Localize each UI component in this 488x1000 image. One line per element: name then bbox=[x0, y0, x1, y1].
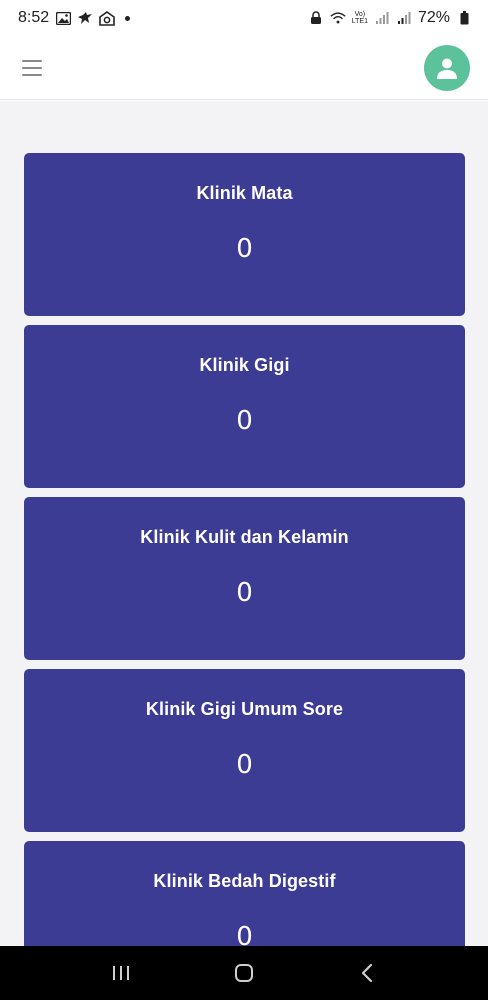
clinic-count: 0 bbox=[236, 750, 253, 780]
back-icon[interactable] bbox=[347, 953, 387, 993]
clinic-count: 0 bbox=[236, 922, 253, 946]
clinic-count: 0 bbox=[236, 578, 253, 608]
recent-apps-icon[interactable] bbox=[101, 953, 141, 993]
lock-icon bbox=[308, 10, 324, 26]
status-time: 8:52 bbox=[18, 9, 50, 26]
wifi-icon bbox=[330, 10, 346, 26]
status-left: 8:52 bbox=[18, 9, 131, 27]
clinic-card-kulit-kelamin[interactable]: Klinik Kulit dan Kelamin 0 bbox=[24, 497, 465, 660]
system-nav-bar bbox=[0, 946, 488, 1000]
status-right: Vo) LTE1 72% bbox=[308, 9, 472, 27]
signal-icon-2 bbox=[396, 10, 412, 26]
home-icon[interactable] bbox=[224, 953, 264, 993]
volte-icon: Vo) LTE1 bbox=[352, 11, 368, 25]
gallery-icon bbox=[55, 10, 71, 26]
clinic-name: Klinik Gigi Umum Sore bbox=[145, 699, 344, 719]
battery-icon bbox=[456, 10, 472, 26]
clinic-count: 0 bbox=[236, 406, 253, 436]
app-header bbox=[0, 36, 488, 100]
signal-icon bbox=[374, 10, 390, 26]
status-bar: 8:52 Vo) LTE1 72% bbox=[0, 0, 488, 36]
clinic-card-mata[interactable]: Klinik Mata 0 bbox=[24, 153, 465, 316]
clinic-list: Klinik Mata 0 Klinik Gigi 0 Klinik Kulit… bbox=[0, 101, 488, 946]
lte-label: LTE1 bbox=[351, 18, 368, 25]
clinic-card-gigi-umum-sore[interactable]: Klinik Gigi Umum Sore 0 bbox=[24, 669, 465, 832]
volte-label: Vo) bbox=[354, 11, 366, 18]
clinic-name: Klinik Bedah Digestif bbox=[153, 871, 336, 891]
notification-dot bbox=[125, 15, 131, 21]
clinic-name: Klinik Kulit dan Kelamin bbox=[140, 527, 349, 547]
battery-percentage: 72% bbox=[417, 9, 450, 26]
bird-icon bbox=[77, 10, 93, 26]
clinic-name: Klinik Gigi bbox=[199, 355, 290, 375]
clinic-card-gigi[interactable]: Klinik Gigi 0 bbox=[24, 325, 465, 488]
home-shield-icon bbox=[99, 10, 115, 26]
user-avatar-icon[interactable] bbox=[424, 44, 470, 91]
hamburger-menu-icon[interactable] bbox=[22, 59, 42, 76]
clinic-name: Klinik Mata bbox=[196, 183, 293, 203]
clinic-card-bedah-digestif[interactable]: Klinik Bedah Digestif 0 bbox=[24, 841, 465, 946]
clinic-count: 0 bbox=[236, 234, 253, 264]
